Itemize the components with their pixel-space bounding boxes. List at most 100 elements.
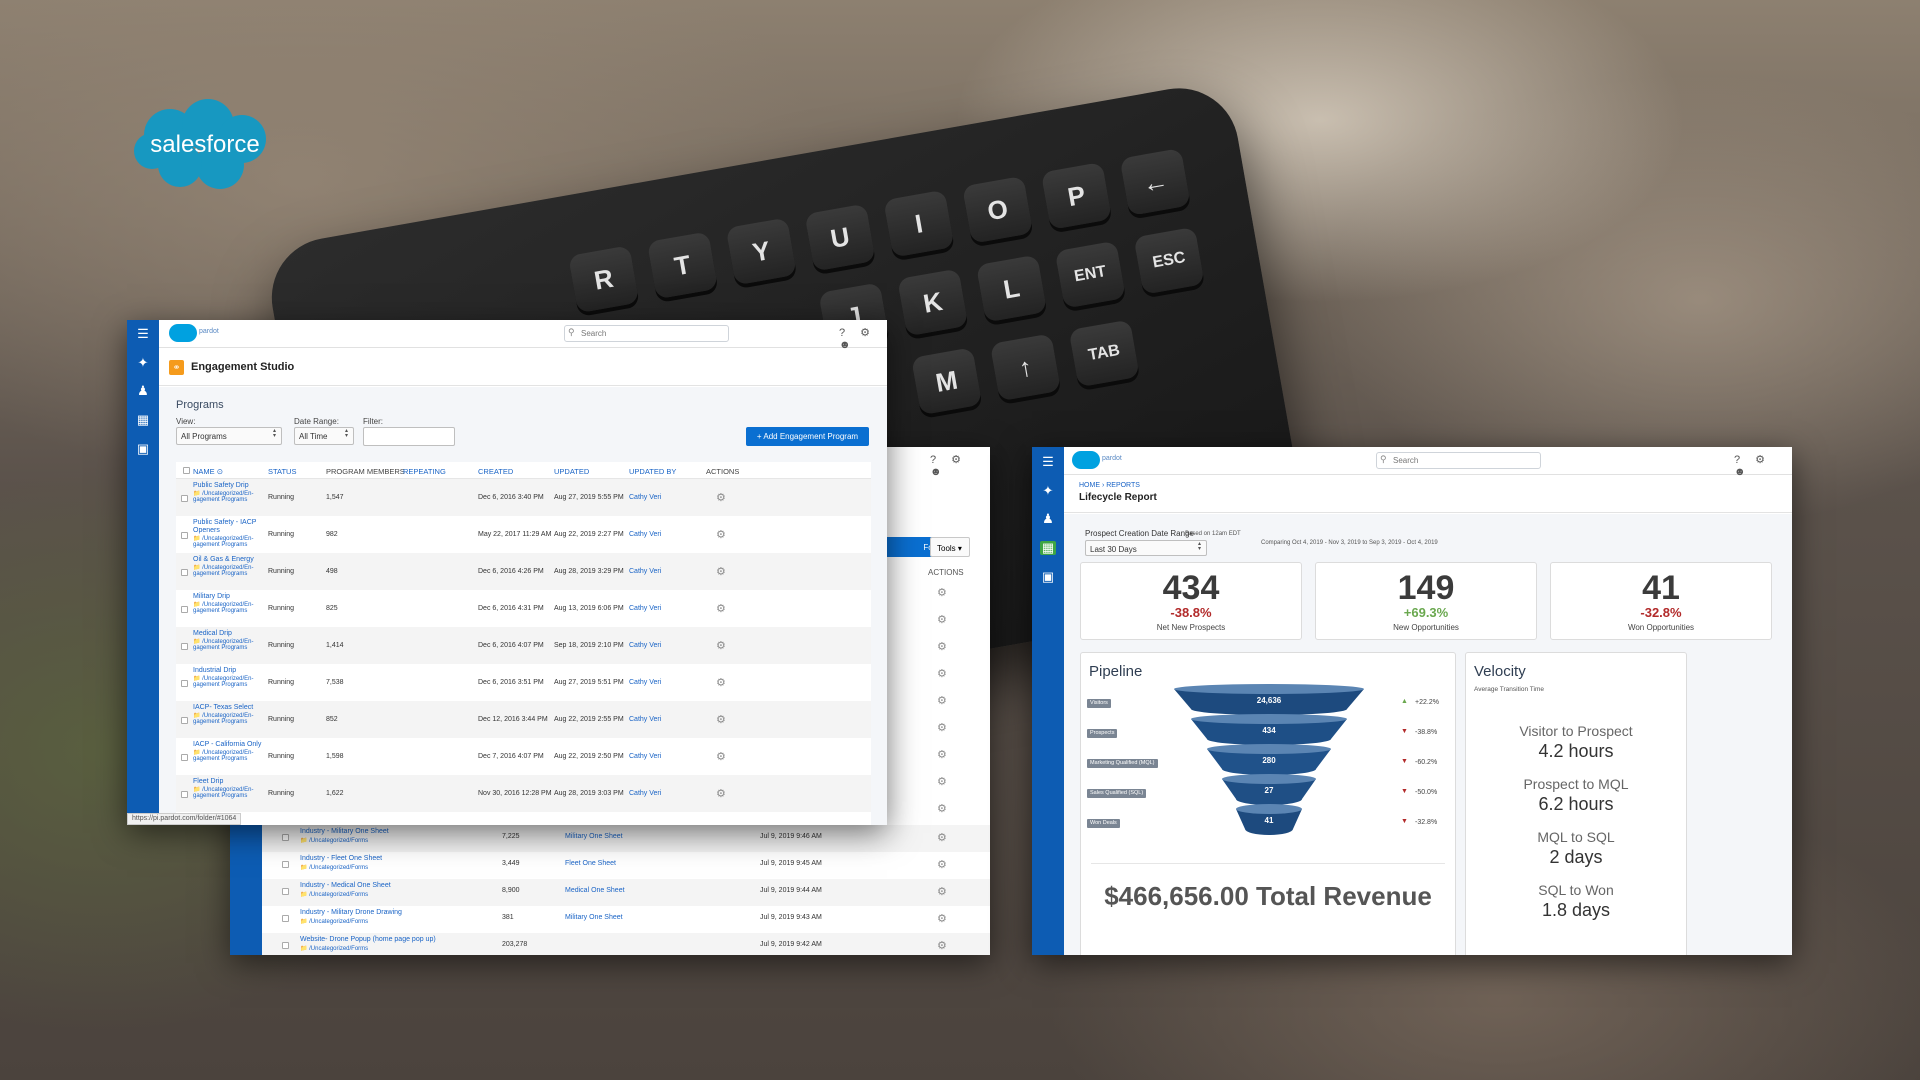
- form-folder-link[interactable]: 📁 /Uncategorized/Forms: [300, 864, 368, 871]
- table-row[interactable]: Industry - Military Drone Drawing 📁 /Unca…: [262, 906, 990, 933]
- row-checkbox[interactable]: [282, 861, 289, 868]
- gear-icon[interactable]: ⚙: [716, 639, 726, 652]
- program-name-link[interactable]: Industrial Drip: [193, 667, 236, 674]
- updated-by-link[interactable]: Cathy Veri: [629, 531, 661, 538]
- program-folder-link[interactable]: 📁 /Uncategorized/En-: [193, 535, 254, 542]
- gear-icon[interactable]: ⚙: [716, 713, 726, 726]
- filter-input[interactable]: [363, 427, 455, 446]
- form-folder-link[interactable]: 📁 /Uncategorized/Forms: [300, 945, 368, 952]
- form-link[interactable]: Medical One Sheet: [565, 887, 625, 894]
- program-folder-link[interactable]: gagement Programs: [193, 719, 247, 725]
- gear-icon[interactable]: ⚙: [937, 831, 947, 844]
- table-row[interactable]: Public Safety Drip 📁 /Uncategorized/En-ga…: [176, 479, 871, 516]
- search-input[interactable]: Search: [1376, 452, 1541, 469]
- program-folder-link[interactable]: 📁 /Uncategorized/En-: [193, 675, 254, 682]
- program-name-link[interactable]: IACP- Texas Select: [193, 704, 253, 711]
- date-range-select[interactable]: Last 30 Days: [1085, 540, 1207, 556]
- updated-by-link[interactable]: Cathy Veri: [629, 716, 661, 723]
- briefcase-icon[interactable]: ▣: [1040, 570, 1056, 584]
- row-checkbox[interactable]: [181, 495, 188, 502]
- row-checkbox[interactable]: [282, 942, 289, 949]
- search-input[interactable]: Search: [564, 325, 729, 342]
- program-folder-link[interactable]: gagement Programs: [193, 793, 247, 799]
- gear-icon[interactable]: ⚙: [937, 748, 947, 761]
- wand-icon[interactable]: ✦: [1040, 484, 1056, 498]
- table-row[interactable]: Industrial Drip 📁 /Uncategorized/En-gagem…: [176, 664, 871, 701]
- select-all-checkbox[interactable]: [183, 467, 190, 474]
- gear-icon[interactable]: ⚙: [937, 885, 947, 898]
- program-folder-link[interactable]: 📁 /Uncategorized/En-: [193, 749, 254, 756]
- gear-icon[interactable]: ⚙: [716, 602, 726, 615]
- program-folder-link[interactable]: gagement Programs: [193, 608, 247, 614]
- menu-icon[interactable]: ☰: [1040, 455, 1056, 469]
- table-row[interactable]: Public Safety - IACP Openers 📁 /Uncategori…: [176, 516, 871, 553]
- row-checkbox[interactable]: [181, 680, 188, 687]
- breadcrumb[interactable]: HOME › REPORTS: [1079, 482, 1140, 489]
- row-checkbox[interactable]: [282, 834, 289, 841]
- program-folder-link[interactable]: 📁 /Uncategorized/En-: [193, 786, 254, 793]
- form-name-link[interactable]: Industry - Military One Sheet: [300, 828, 389, 835]
- table-row[interactable]: Military Drip 📁 /Uncategorized/En-gagemen…: [176, 590, 871, 627]
- wand-icon[interactable]: ✦: [135, 356, 151, 370]
- column-header[interactable]: UPDATED BY: [629, 467, 676, 476]
- gear-icon[interactable]: ⚙: [937, 586, 947, 599]
- updated-by-link[interactable]: Cathy Veri: [629, 790, 661, 797]
- updated-by-link[interactable]: Cathy Veri: [629, 494, 661, 501]
- program-folder-link[interactable]: 📁 /Uncategorized/En-: [193, 638, 254, 645]
- gear-icon[interactable]: ⚙: [937, 667, 947, 680]
- program-folder-link[interactable]: gagement Programs: [193, 497, 247, 503]
- table-row[interactable]: Industry - Military One Sheet 📁 /Uncatego…: [262, 825, 990, 852]
- gear-icon[interactable]: ⚙: [716, 787, 726, 800]
- column-header[interactable]: REPEATING: [403, 467, 446, 476]
- form-folder-link[interactable]: 📁 /Uncategorized/Forms: [300, 918, 368, 925]
- row-checkbox[interactable]: [181, 643, 188, 650]
- reports-icon[interactable]: ▦: [1040, 541, 1056, 555]
- row-checkbox[interactable]: [282, 888, 289, 895]
- form-folder-link[interactable]: 📁 /Uncategorized/Forms: [300, 837, 368, 844]
- gear-icon[interactable]: ⚙: [937, 694, 947, 707]
- date-range-select[interactable]: All Time: [294, 427, 354, 445]
- form-folder-link[interactable]: 📁 /Uncategorized/Forms: [300, 891, 368, 898]
- program-name-link[interactable]: Public Safety Drip: [193, 482, 249, 489]
- program-name-link[interactable]: Public Safety - IACP: [193, 519, 256, 526]
- program-folder-link[interactable]: 📁 /Uncategorized/En-: [193, 712, 254, 719]
- column-header[interactable]: CREATED: [478, 467, 513, 476]
- column-header[interactable]: NAME ⊙: [193, 467, 223, 476]
- program-name-link[interactable]: Military Drip: [193, 593, 230, 600]
- program-folder-link[interactable]: gagement Programs: [193, 571, 247, 577]
- program-name-link[interactable]: Medical Drip: [193, 630, 232, 637]
- form-link[interactable]: Military One Sheet: [565, 914, 623, 921]
- users-icon[interactable]: ♟: [1040, 512, 1056, 526]
- gear-icon[interactable]: ⚙: [716, 676, 726, 689]
- program-folder-link[interactable]: 📁 /Uncategorized/En-: [193, 601, 254, 608]
- row-checkbox[interactable]: [181, 754, 188, 761]
- updated-by-link[interactable]: Cathy Veri: [629, 605, 661, 612]
- form-link[interactable]: Military One Sheet: [565, 833, 623, 840]
- view-select[interactable]: All Programs: [176, 427, 282, 445]
- form-name-link[interactable]: Industry - Fleet One Sheet: [300, 855, 382, 862]
- updated-by-link[interactable]: Cathy Veri: [629, 753, 661, 760]
- gear-icon[interactable]: ⚙: [716, 491, 726, 504]
- column-header[interactable]: ACTIONS: [706, 467, 739, 476]
- table-row[interactable]: Industry - Fleet One Sheet 📁 /Uncategoriz…: [262, 852, 990, 879]
- column-header[interactable]: UPDATED: [554, 467, 589, 476]
- gear-icon[interactable]: ⚙: [937, 775, 947, 788]
- program-folder-link[interactable]: gagement Programs: [193, 542, 247, 548]
- program-folder-link[interactable]: 📁 /Uncategorized/En-: [193, 490, 254, 497]
- table-row[interactable]: Industry - Medical One Sheet 📁 /Uncategor…: [262, 879, 990, 906]
- gear-icon[interactable]: ⚙: [937, 912, 947, 925]
- forms-toolbar-icons[interactable]: ? ⚙ ☻: [930, 453, 990, 478]
- gear-icon[interactable]: ⚙: [937, 802, 947, 815]
- form-link[interactable]: Fleet One Sheet: [565, 860, 616, 867]
- table-row[interactable]: Medical Drip 📁 /Uncategorized/En-gagement…: [176, 627, 871, 664]
- gear-icon[interactable]: ⚙: [937, 640, 947, 653]
- program-folder-link[interactable]: gagement Programs: [193, 645, 247, 651]
- updated-by-link[interactable]: Cathy Veri: [629, 642, 661, 649]
- table-row[interactable]: IACP- Texas Select 📁 /Uncategorized/En-ga…: [176, 701, 871, 738]
- table-row[interactable]: Oil & Gas & Energy 📁 /Uncategorized/En-ga…: [176, 553, 871, 590]
- program-folder-link[interactable]: 📁 /Uncategorized/En-: [193, 564, 254, 571]
- form-name-link[interactable]: Industry - Military Drone Drawing: [300, 909, 402, 916]
- row-checkbox[interactable]: [181, 532, 188, 539]
- program-folder-link[interactable]: gagement Programs: [193, 756, 247, 762]
- gear-icon[interactable]: ⚙: [937, 721, 947, 734]
